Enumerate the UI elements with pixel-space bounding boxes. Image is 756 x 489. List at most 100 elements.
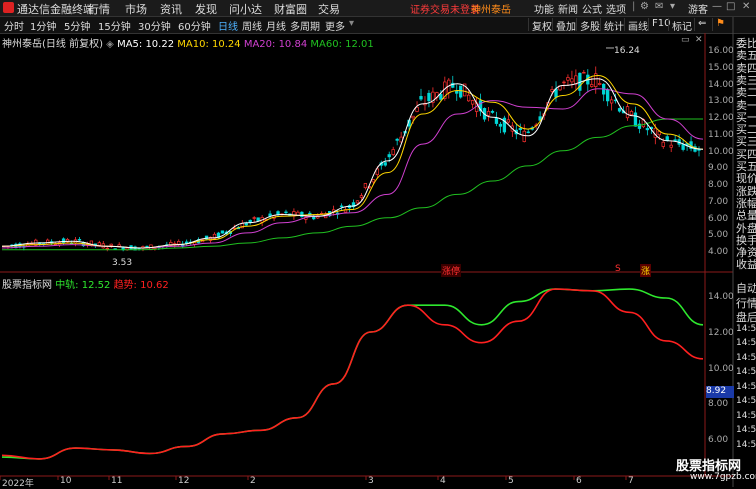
high-price-marker: 16.24 xyxy=(614,46,640,56)
candle-body xyxy=(109,243,113,246)
ma10-line xyxy=(1,74,704,249)
date-tick-label: 11 xyxy=(111,476,123,486)
price-tick-label: 12.00 xyxy=(708,113,734,123)
kline-chart[interactable] xyxy=(0,0,756,487)
date-tick-label: 6 xyxy=(576,476,582,486)
watermark-url: www.7gpzb.com xyxy=(690,472,756,482)
trade-time: 14:56 xyxy=(736,439,756,450)
date-tick-label: 2 xyxy=(250,476,256,486)
price-tick-label: 6.00 xyxy=(708,213,729,224)
candle-body xyxy=(550,89,554,92)
trend-line xyxy=(1,288,704,460)
price-tick-label: 10.00 xyxy=(708,146,734,157)
sub-tick-label: 8.00 xyxy=(708,399,729,410)
trade-time: 14:56 xyxy=(736,323,756,334)
date-tick-label: 3 xyxy=(368,476,374,486)
trade-time: 14:56 xyxy=(736,338,756,348)
candle-body xyxy=(486,111,491,116)
candle-body xyxy=(252,217,256,219)
event-limit-up[interactable]: 涨停 xyxy=(441,264,462,277)
price-tick-label: 16.00 xyxy=(708,46,734,56)
candle-body xyxy=(427,92,431,102)
price-tick-label: 4.00 xyxy=(708,247,729,257)
event-up[interactable]: 涨 xyxy=(640,264,652,277)
ma5-line xyxy=(1,78,704,249)
candle-body xyxy=(105,247,109,250)
price-tick-label: 13.00 xyxy=(708,96,734,107)
trade-time: 14:56 xyxy=(736,352,756,363)
quote-field-label: 收益 xyxy=(736,258,756,272)
date-tick-label: 5 xyxy=(508,476,514,486)
candle-body xyxy=(363,183,368,189)
price-tick-label: 11.00 xyxy=(708,129,734,140)
price-tick-label: 7.00 xyxy=(708,196,729,207)
candle-body xyxy=(383,162,387,166)
trade-time: 14:56 xyxy=(736,396,756,406)
sub-tick-label: 12.00 xyxy=(708,327,734,338)
candle-body xyxy=(276,211,280,215)
date-tick-label: 12 xyxy=(178,476,190,486)
candle-body xyxy=(395,138,399,141)
date-tick-label: 10 xyxy=(60,476,72,486)
candle-body xyxy=(411,115,415,119)
sub-tick-label: 10.00 xyxy=(708,363,734,374)
candle-body xyxy=(391,149,395,155)
candle-body xyxy=(248,219,252,223)
candle-body xyxy=(665,136,669,141)
candle-body xyxy=(470,100,475,105)
candle-body xyxy=(455,90,459,94)
price-tick-label: 5.00 xyxy=(708,230,729,241)
candle-body xyxy=(387,154,391,158)
candle-body xyxy=(609,99,614,104)
candle-body xyxy=(506,119,511,123)
candle-body xyxy=(582,71,586,74)
candle-body xyxy=(522,130,526,142)
date-tick-label: 2022年 xyxy=(2,479,34,489)
candle-body xyxy=(415,106,419,112)
date-tick-label: 7 xyxy=(628,476,634,486)
price-tick-label: 8.00 xyxy=(708,180,729,190)
candle-body xyxy=(220,230,225,234)
mid-band-line xyxy=(1,288,704,460)
low-price-marker: 3.53 xyxy=(112,258,133,268)
candle-body xyxy=(46,239,50,245)
candle-body xyxy=(661,141,665,147)
trade-time: 14:56 xyxy=(736,381,756,392)
candle-body xyxy=(145,245,149,248)
quote-side-panel: 委比 卖五 卖四 卖三 卖二 卖一 买一 买二 买三 买四 买五 现价 涨跌 涨幅 总量 外盘 换手 净资 收益 自动… xyxy=(736,33,756,478)
candle-body xyxy=(439,94,443,100)
candle-body xyxy=(518,128,522,130)
candle-body xyxy=(633,112,638,127)
trade-time: 14:56 xyxy=(736,367,756,377)
candle-body xyxy=(566,77,570,81)
candle-body xyxy=(467,94,471,102)
candle-body xyxy=(77,239,82,241)
candle-body xyxy=(681,144,685,150)
candle-body xyxy=(590,84,594,87)
candle-body xyxy=(498,123,503,127)
candle-body xyxy=(371,179,375,183)
candle-body xyxy=(570,78,574,83)
candle-body xyxy=(419,96,423,100)
price-tick-label: 9.00 xyxy=(708,163,729,174)
candle-body xyxy=(359,195,364,198)
sub-tick-label: 14.00 xyxy=(708,292,734,302)
candle-body xyxy=(459,85,463,98)
event-s[interactable]: S xyxy=(615,264,621,274)
candle-body xyxy=(645,128,650,131)
candle-body xyxy=(339,205,344,208)
sub-tick-label: 6.00 xyxy=(708,435,729,445)
trade-time: 14:56 xyxy=(736,425,756,435)
candle-body xyxy=(355,200,360,204)
candle-body xyxy=(598,83,602,85)
trade-time: 14:56 xyxy=(736,410,756,421)
current-value-badge: 8.92 xyxy=(706,386,734,398)
candle-body xyxy=(177,240,181,245)
price-tick-label: 15.00 xyxy=(708,62,734,73)
candle-body xyxy=(526,131,530,134)
candle-body xyxy=(629,111,634,116)
candle-body xyxy=(494,117,499,124)
candle-body xyxy=(97,242,101,246)
candle-body xyxy=(617,108,622,112)
ma20-line xyxy=(1,88,704,249)
